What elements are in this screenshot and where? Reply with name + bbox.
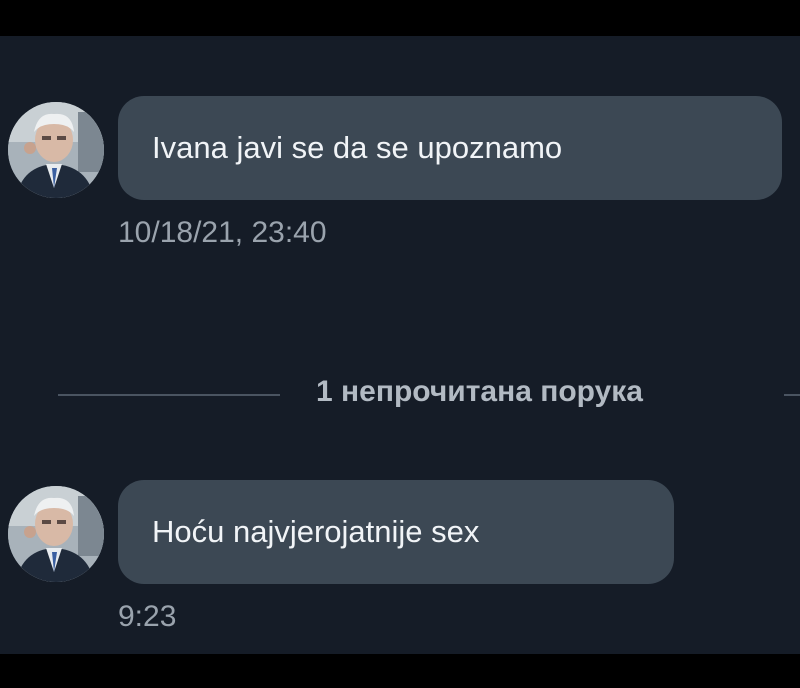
- sender-avatar[interactable]: [8, 102, 104, 198]
- message-text: Ivana javi se da se upoznamo: [152, 130, 563, 165]
- sender-avatar[interactable]: [8, 486, 104, 582]
- message-timestamp: 10/18/21, 23:40: [118, 216, 327, 249]
- avatar-photo-icon: [8, 102, 104, 198]
- avatar-photo-icon: [8, 486, 104, 582]
- message-text: Hoću najvjerojatnije sex: [152, 514, 480, 549]
- unread-divider-label: 1 непрочитана порука: [316, 375, 643, 408]
- unread-divider: 1 непрочитана порука: [0, 373, 800, 417]
- message-bubble[interactable]: Ivana javi se da se upoznamo: [118, 96, 782, 200]
- message-timestamp: 9:23: [118, 600, 177, 633]
- divider-line-left: [58, 394, 280, 396]
- chat-screen: Ivana javi se da se upoznamo 10/18/21, 2…: [0, 36, 800, 654]
- divider-line-right: [784, 394, 800, 396]
- message-bubble[interactable]: Hoću najvjerojatnije sex: [118, 480, 674, 584]
